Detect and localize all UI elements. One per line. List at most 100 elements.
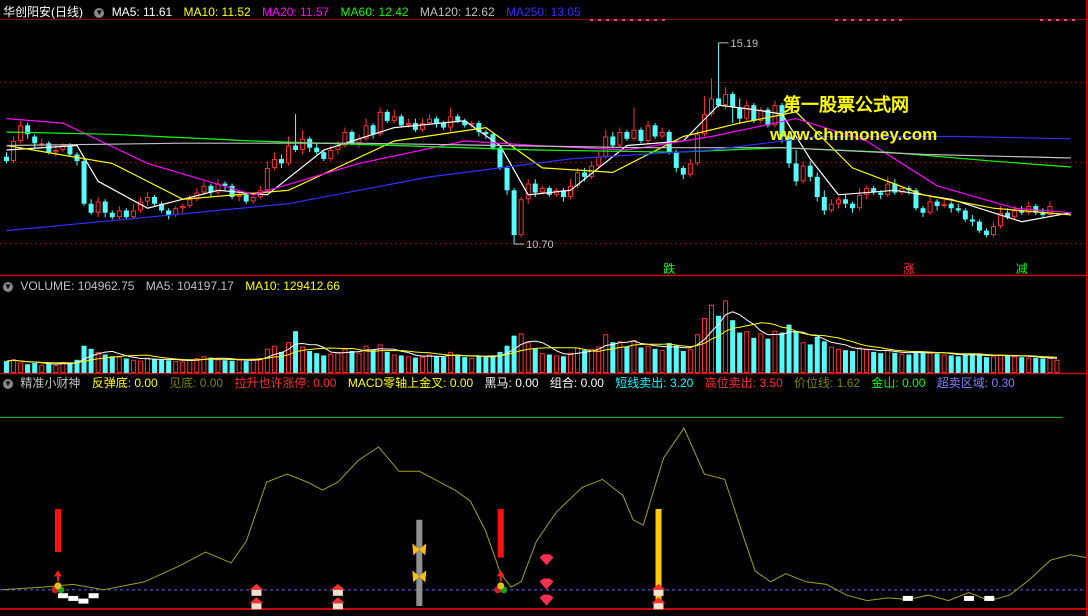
volume-bar-up bbox=[250, 358, 256, 374]
candle-down bbox=[814, 176, 820, 198]
candle-up bbox=[744, 105, 750, 119]
volume-bar-down bbox=[46, 363, 52, 373]
volume-bar-up bbox=[687, 349, 693, 373]
volume-bar-down bbox=[976, 355, 982, 373]
candle-up bbox=[835, 199, 841, 204]
ind-zuhe: 组合: 0.00 bbox=[549, 376, 604, 390]
volume-bar-down bbox=[455, 355, 461, 373]
white-block bbox=[902, 595, 913, 601]
volume-bar-down bbox=[807, 344, 813, 373]
volume-bar-down bbox=[652, 348, 658, 373]
candle-down bbox=[716, 98, 722, 106]
volume-bar-down bbox=[4, 361, 9, 373]
volume-bar-up bbox=[857, 347, 863, 374]
candle-down bbox=[793, 163, 799, 182]
diamond-icon bbox=[539, 594, 554, 606]
house-icon bbox=[651, 597, 666, 604]
volume-bar-up bbox=[568, 352, 573, 374]
candle-down bbox=[434, 118, 440, 124]
candle-down bbox=[511, 190, 517, 236]
candle-down bbox=[955, 208, 961, 211]
candle-down bbox=[293, 145, 299, 150]
dropdown-icon[interactable]: ▼ bbox=[3, 378, 13, 389]
volume-bar-up bbox=[187, 359, 193, 373]
volume-bar-down bbox=[483, 357, 489, 373]
volume-bar-down bbox=[765, 338, 771, 373]
ma60-label: MA60: 12.42 bbox=[340, 5, 409, 19]
volume-bar-down bbox=[321, 355, 327, 373]
candle-up bbox=[187, 199, 193, 206]
volume-bar-down bbox=[610, 342, 616, 373]
volume-bar-down bbox=[1019, 357, 1025, 373]
volume-bar-up bbox=[469, 358, 475, 374]
candle-up bbox=[659, 132, 665, 137]
volume-bar-up bbox=[659, 350, 665, 373]
volume-bar-up bbox=[991, 356, 996, 373]
volume-bar-down bbox=[560, 356, 566, 373]
volume-bar-up bbox=[518, 333, 524, 373]
indicator-title[interactable]: 精准小财神 bbox=[20, 376, 80, 390]
volume-bar-up bbox=[173, 361, 179, 373]
volume-bar-up bbox=[998, 354, 1004, 373]
ma120-label: MA120: 12.62 bbox=[419, 5, 495, 19]
ind-lasheng: 拉升也许涨停: 0.00 bbox=[234, 376, 337, 390]
candle-down bbox=[504, 167, 510, 191]
candle-down bbox=[166, 210, 172, 215]
dropdown-icon[interactable]: ▼ bbox=[94, 7, 105, 18]
volume-bar-down bbox=[1005, 355, 1011, 373]
candle-up bbox=[53, 149, 59, 153]
volume-bar-up bbox=[427, 354, 432, 373]
volume-bar-up bbox=[800, 342, 806, 374]
volume-bar-down bbox=[25, 364, 31, 373]
volume-bar-down bbox=[751, 337, 757, 373]
dropdown-icon[interactable]: ▼ bbox=[3, 281, 13, 292]
candle-down bbox=[976, 221, 982, 231]
house-icon bbox=[330, 597, 345, 604]
volume-bar-down bbox=[666, 343, 672, 373]
candle-down bbox=[32, 136, 38, 144]
volume-bar-down bbox=[314, 353, 320, 373]
candle-up bbox=[539, 188, 545, 193]
volume-bar-down bbox=[109, 356, 115, 373]
volume-bar-down bbox=[166, 360, 172, 373]
volume-bar-up bbox=[885, 350, 891, 373]
volume-bar-up bbox=[899, 353, 905, 374]
volume-bar-down bbox=[349, 351, 355, 373]
ind-jiawei: 价位线: 1.62 bbox=[794, 376, 861, 390]
volume-bar-up bbox=[180, 361, 186, 373]
candle-up bbox=[328, 149, 334, 159]
candle-up bbox=[645, 125, 651, 141]
candle-down bbox=[321, 152, 327, 159]
candle-up bbox=[617, 132, 623, 146]
volume-bar-down bbox=[582, 350, 588, 373]
stock-title[interactable]: 华创阳安(日线) bbox=[3, 5, 83, 19]
diamond-icon bbox=[539, 578, 554, 590]
volume-bar-up bbox=[145, 357, 150, 374]
volume-bar-up bbox=[864, 349, 870, 373]
candle-up bbox=[405, 123, 411, 126]
candle-up bbox=[927, 201, 933, 213]
signal-marker: 跌 bbox=[663, 261, 675, 276]
coin-icon bbox=[497, 582, 505, 590]
volume-bar-down bbox=[32, 362, 38, 373]
volume-bar-up bbox=[694, 334, 700, 373]
candle-up bbox=[568, 185, 573, 198]
candle-up bbox=[800, 165, 806, 182]
house-icon bbox=[332, 589, 343, 596]
volume-bar-down bbox=[222, 360, 228, 373]
volume-bar-down bbox=[278, 351, 284, 373]
candle-down bbox=[850, 203, 855, 209]
house-icon bbox=[653, 603, 664, 610]
white-block bbox=[68, 595, 79, 601]
volume-bar-up bbox=[328, 353, 334, 374]
candle-down bbox=[152, 197, 158, 204]
volume-bar-up bbox=[525, 342, 531, 374]
volume-bar-up bbox=[645, 345, 651, 374]
volume-bar-down bbox=[307, 351, 313, 373]
volume-bar-up bbox=[575, 347, 581, 374]
candle-up bbox=[95, 201, 101, 213]
volume-bar-up bbox=[419, 356, 425, 374]
volume-bar-down bbox=[624, 346, 630, 373]
house-icon bbox=[332, 603, 343, 610]
candle-down bbox=[497, 147, 503, 168]
